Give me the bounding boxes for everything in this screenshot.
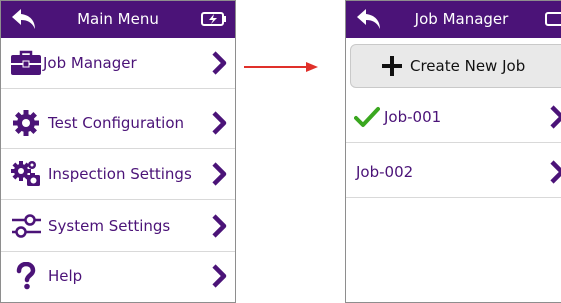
chevron-right-icon [212, 264, 227, 288]
job-label: Job-001 [384, 108, 442, 126]
battery-icon [545, 12, 561, 26]
job-manager-header: Job Manager [346, 1, 561, 38]
chevron-right-icon [212, 214, 227, 238]
transition-arrow-icon [244, 62, 318, 72]
question-mark-icon [10, 260, 42, 292]
page-title: Main Menu [77, 10, 159, 28]
main-menu-screen: Main Menu Job Manager Test Configuration… [0, 0, 236, 303]
page-title: Job Manager [414, 10, 509, 28]
menu-item-inspection-settings[interactable]: Inspection Settings [1, 149, 235, 200]
menu-item-system-settings[interactable]: System Settings [1, 201, 235, 252]
menu-item-label: Test Configuration [48, 114, 185, 132]
job-label: Job-002 [356, 163, 414, 181]
menu-item-label: System Settings [48, 217, 171, 235]
chevron-right-icon [212, 162, 227, 186]
chevron-right-icon [550, 105, 561, 129]
chevron-right-icon [212, 111, 227, 135]
chevron-right-icon [550, 160, 561, 184]
plus-icon [382, 56, 402, 76]
create-new-job-label: Create New Job [410, 57, 526, 75]
menu-item-label: Job Manager [43, 54, 137, 72]
menu-item-label: Help [48, 267, 83, 285]
job-row-job-002[interactable]: Job-002 [346, 147, 561, 198]
menu-item-job-manager[interactable]: Job Manager [1, 38, 235, 89]
sliders-icon [10, 210, 42, 242]
gears-camera-icon [10, 158, 42, 190]
menu-item-label: Inspection Settings [48, 165, 192, 183]
menu-item-help[interactable]: Help [1, 251, 235, 301]
create-new-job-button[interactable]: Create New Job [350, 44, 561, 88]
gear-icon [10, 107, 42, 139]
chevron-right-icon [212, 51, 227, 75]
briefcase-icon [10, 47, 42, 79]
job-manager-screen: Job Manager Create New Job Job-001 Job-0… [345, 0, 561, 303]
menu-item-test-configuration[interactable]: Test Configuration [1, 98, 235, 149]
checkmark-icon [354, 107, 380, 127]
main-menu-header: Main Menu [1, 1, 235, 38]
job-row-job-001[interactable]: Job-001 [346, 92, 561, 143]
battery-charging-icon [201, 12, 226, 26]
